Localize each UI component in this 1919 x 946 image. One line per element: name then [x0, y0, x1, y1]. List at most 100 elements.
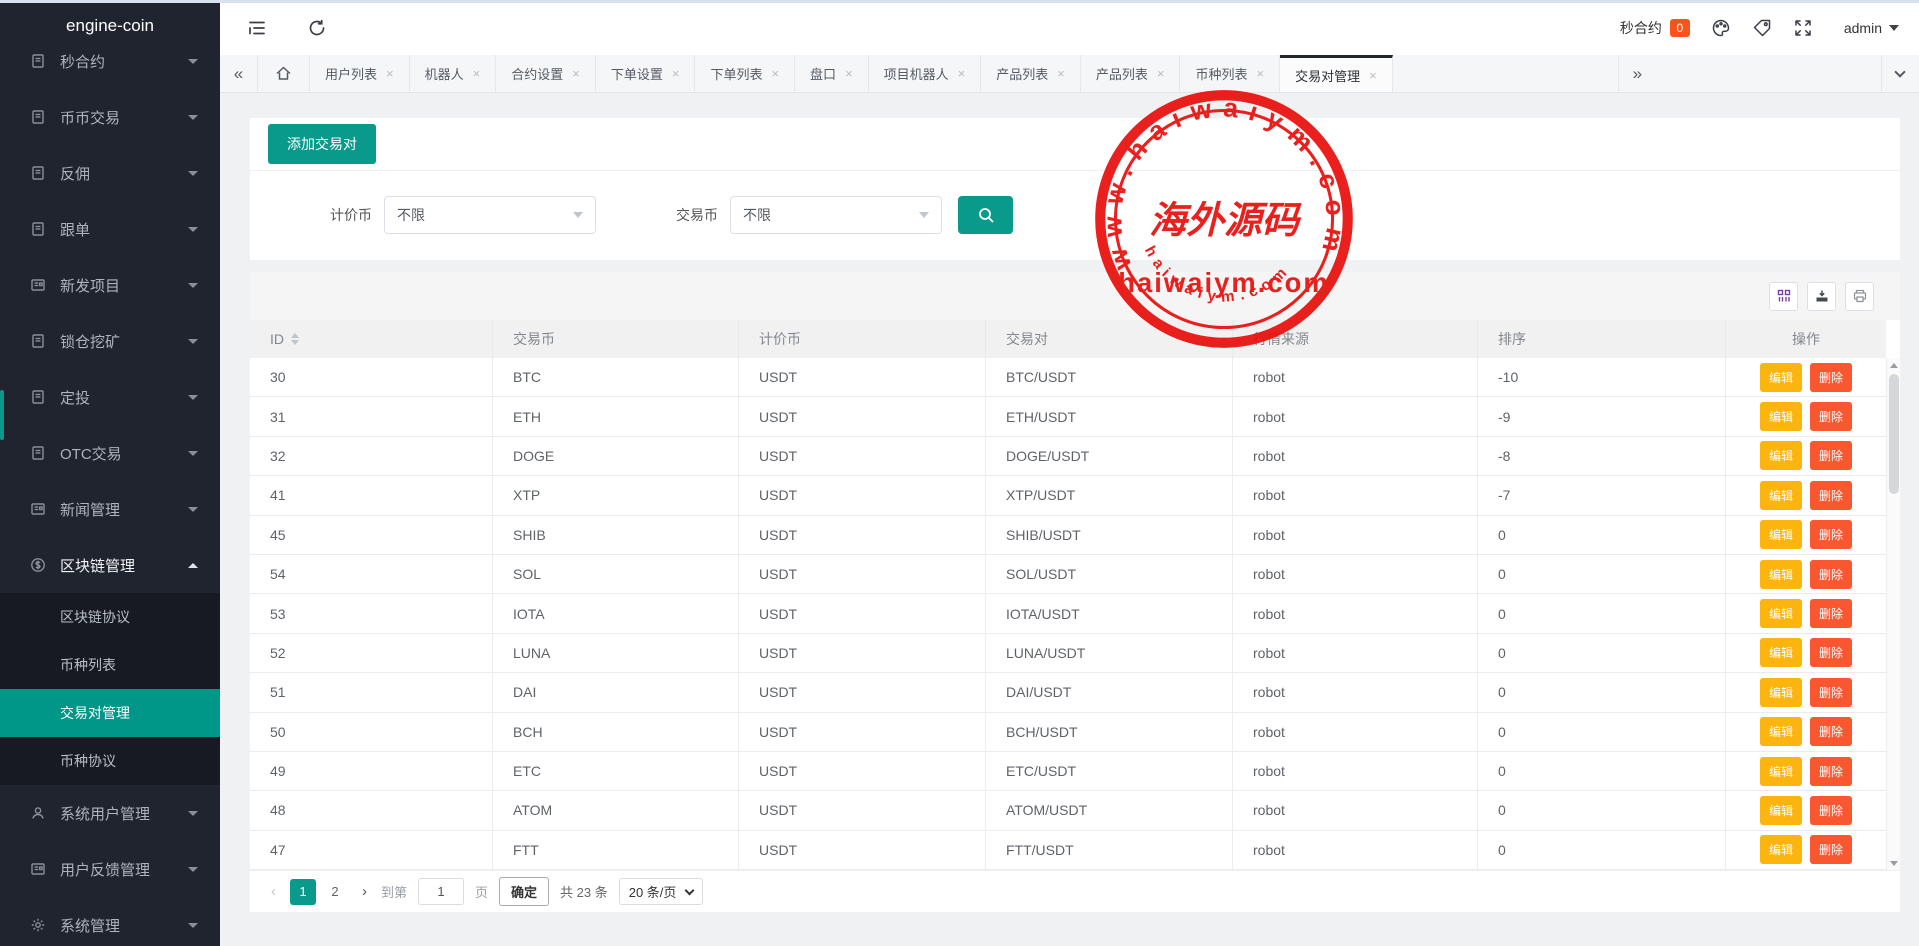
delete-button[interactable]: 删除: [1810, 638, 1852, 667]
scroll-down-arrow[interactable]: [1887, 856, 1901, 870]
close-tab-icon[interactable]: ×: [473, 66, 481, 81]
theme-palette-icon[interactable]: [1711, 18, 1731, 38]
edit-button[interactable]: 编辑: [1760, 402, 1802, 431]
sidebar-item-auto-invest[interactable]: 定投: [0, 369, 220, 425]
tag-icon[interactable]: [1752, 18, 1772, 38]
sidebar-item-rebate[interactable]: 反佣: [0, 145, 220, 201]
export-button[interactable]: [1807, 282, 1836, 311]
sidebar-item-copy-trade[interactable]: 跟单: [0, 201, 220, 257]
scroll-up-arrow[interactable]: [1887, 358, 1901, 372]
close-tab-icon[interactable]: ×: [771, 66, 779, 81]
quote-coin-select[interactable]: 不限: [384, 196, 596, 234]
search-button[interactable]: [958, 196, 1013, 234]
close-tab-icon[interactable]: ×: [672, 66, 680, 81]
sidebar-scrollbar-thumb[interactable]: [0, 390, 4, 440]
prev-page-button[interactable]: ‹: [268, 883, 279, 900]
close-tab-icon[interactable]: ×: [1157, 66, 1165, 81]
delete-button[interactable]: 删除: [1810, 363, 1852, 392]
edit-button[interactable]: 编辑: [1760, 520, 1802, 549]
sidebar-item-coin-list[interactable]: 币种列表: [0, 641, 220, 689]
tab[interactable]: 产品列表 ×: [981, 55, 1081, 92]
sidebar-item-trading-pairs[interactable]: 交易对管理: [0, 689, 220, 737]
edit-button[interactable]: 编辑: [1760, 363, 1802, 392]
edit-button[interactable]: 编辑: [1760, 796, 1802, 825]
print-button[interactable]: [1845, 282, 1874, 311]
delete-button[interactable]: 删除: [1810, 796, 1852, 825]
per-page-select[interactable]: 20 条/页: [619, 878, 704, 905]
next-page-button[interactable]: ›: [359, 883, 370, 900]
page-number-button[interactable]: 2: [322, 879, 348, 905]
edit-button[interactable]: 编辑: [1760, 717, 1802, 746]
sidebar-item-otc[interactable]: OTC交易: [0, 425, 220, 481]
collapse-sidebar-icon[interactable]: [247, 18, 267, 38]
scroll-tabs-left-button[interactable]: «: [220, 55, 258, 92]
edit-button[interactable]: 编辑: [1760, 757, 1802, 786]
edit-button[interactable]: 编辑: [1760, 599, 1802, 628]
delete-button[interactable]: 删除: [1810, 560, 1852, 589]
sidebar-item-system-users[interactable]: 系统用户管理: [0, 785, 220, 841]
delete-button[interactable]: 删除: [1810, 599, 1852, 628]
table-vertical-scrollbar[interactable]: [1886, 358, 1900, 870]
scroll-tabs-right-button[interactable]: »: [1618, 55, 1656, 92]
close-tab-icon[interactable]: ×: [572, 66, 580, 81]
tab[interactable]: 盘口 ×: [795, 55, 869, 92]
confirm-page-button[interactable]: 确定: [499, 877, 549, 906]
edit-button[interactable]: 编辑: [1760, 481, 1802, 510]
sort-icon[interactable]: [291, 333, 299, 345]
edit-button[interactable]: 编辑: [1760, 835, 1802, 864]
sidebar-item-coin-protocol[interactable]: 币种协议: [0, 737, 220, 785]
goto-page-input[interactable]: [418, 878, 464, 905]
tab[interactable]: 机器人 ×: [410, 55, 497, 92]
page-number-button[interactable]: 1: [290, 879, 316, 905]
tab[interactable]: 项目机器人 ×: [869, 55, 982, 92]
notification-badge[interactable]: 0: [1670, 19, 1690, 37]
close-tab-icon[interactable]: ×: [845, 66, 853, 81]
sidebar-item-seconds-contract[interactable]: 秒合约: [0, 33, 220, 89]
close-tab-icon[interactable]: ×: [386, 66, 394, 81]
sidebar-item-blockchain[interactable]: 区块链管理: [0, 537, 220, 593]
scrollbar-thumb[interactable]: [1889, 374, 1899, 494]
delete-button[interactable]: 删除: [1810, 441, 1852, 470]
sidebar-item-new-projects[interactable]: 新发项目: [0, 257, 220, 313]
tabs-menu-button[interactable]: [1881, 55, 1919, 92]
edit-button[interactable]: 编辑: [1760, 560, 1802, 589]
sidebar-item-news-management[interactable]: 新闻管理: [0, 481, 220, 537]
delete-button[interactable]: 删除: [1810, 481, 1852, 510]
user-menu[interactable]: admin: [1844, 20, 1899, 36]
sidebar-item-spot-trade[interactable]: 币币交易: [0, 89, 220, 145]
column-settings-button[interactable]: [1769, 282, 1798, 311]
add-trading-pair-button[interactable]: 添加交易对: [268, 124, 376, 164]
tab[interactable]: 产品列表 ×: [1081, 55, 1181, 92]
tab[interactable]: 合约设置 ×: [496, 55, 596, 92]
cell-sort: 0: [1478, 634, 1726, 672]
sidebar-item-lockup-mining[interactable]: 锁仓挖矿: [0, 313, 220, 369]
fullscreen-icon[interactable]: [1793, 18, 1813, 38]
tab[interactable]: 交易对管理 ×: [1280, 55, 1393, 92]
cell-pair: IOTA/USDT: [986, 594, 1233, 632]
sidebar-item-blockchain-protocol[interactable]: 区块链协议: [0, 593, 220, 641]
delete-button[interactable]: 删除: [1810, 520, 1852, 549]
home-tab[interactable]: [258, 55, 310, 92]
close-tab-icon[interactable]: ×: [1369, 68, 1377, 83]
delete-button[interactable]: 删除: [1810, 402, 1852, 431]
tab[interactable]: 币种列表 ×: [1180, 55, 1280, 92]
close-tab-icon[interactable]: ×: [1057, 66, 1065, 81]
seconds-contract-label[interactable]: 秒合约: [1620, 18, 1662, 38]
delete-button[interactable]: 删除: [1810, 835, 1852, 864]
edit-button[interactable]: 编辑: [1760, 678, 1802, 707]
tab[interactable]: 下单设置 ×: [596, 55, 696, 92]
close-tab-icon[interactable]: ×: [958, 66, 966, 81]
edit-button[interactable]: 编辑: [1760, 441, 1802, 470]
tab[interactable]: 下单列表 ×: [695, 55, 795, 92]
sidebar-item-user-feedback[interactable]: 用户反馈管理: [0, 841, 220, 897]
tab[interactable]: 用户列表 ×: [310, 55, 410, 92]
refresh-icon[interactable]: [307, 18, 327, 38]
edit-button[interactable]: 编辑: [1760, 638, 1802, 667]
close-tab-icon[interactable]: ×: [1257, 66, 1265, 81]
base-coin-select[interactable]: 不限: [730, 196, 942, 234]
delete-button[interactable]: 删除: [1810, 757, 1852, 786]
delete-button[interactable]: 删除: [1810, 717, 1852, 746]
delete-button[interactable]: 删除: [1810, 678, 1852, 707]
sidebar-item-system-settings[interactable]: 系统管理: [0, 897, 220, 946]
column-header-id[interactable]: ID: [250, 320, 493, 358]
